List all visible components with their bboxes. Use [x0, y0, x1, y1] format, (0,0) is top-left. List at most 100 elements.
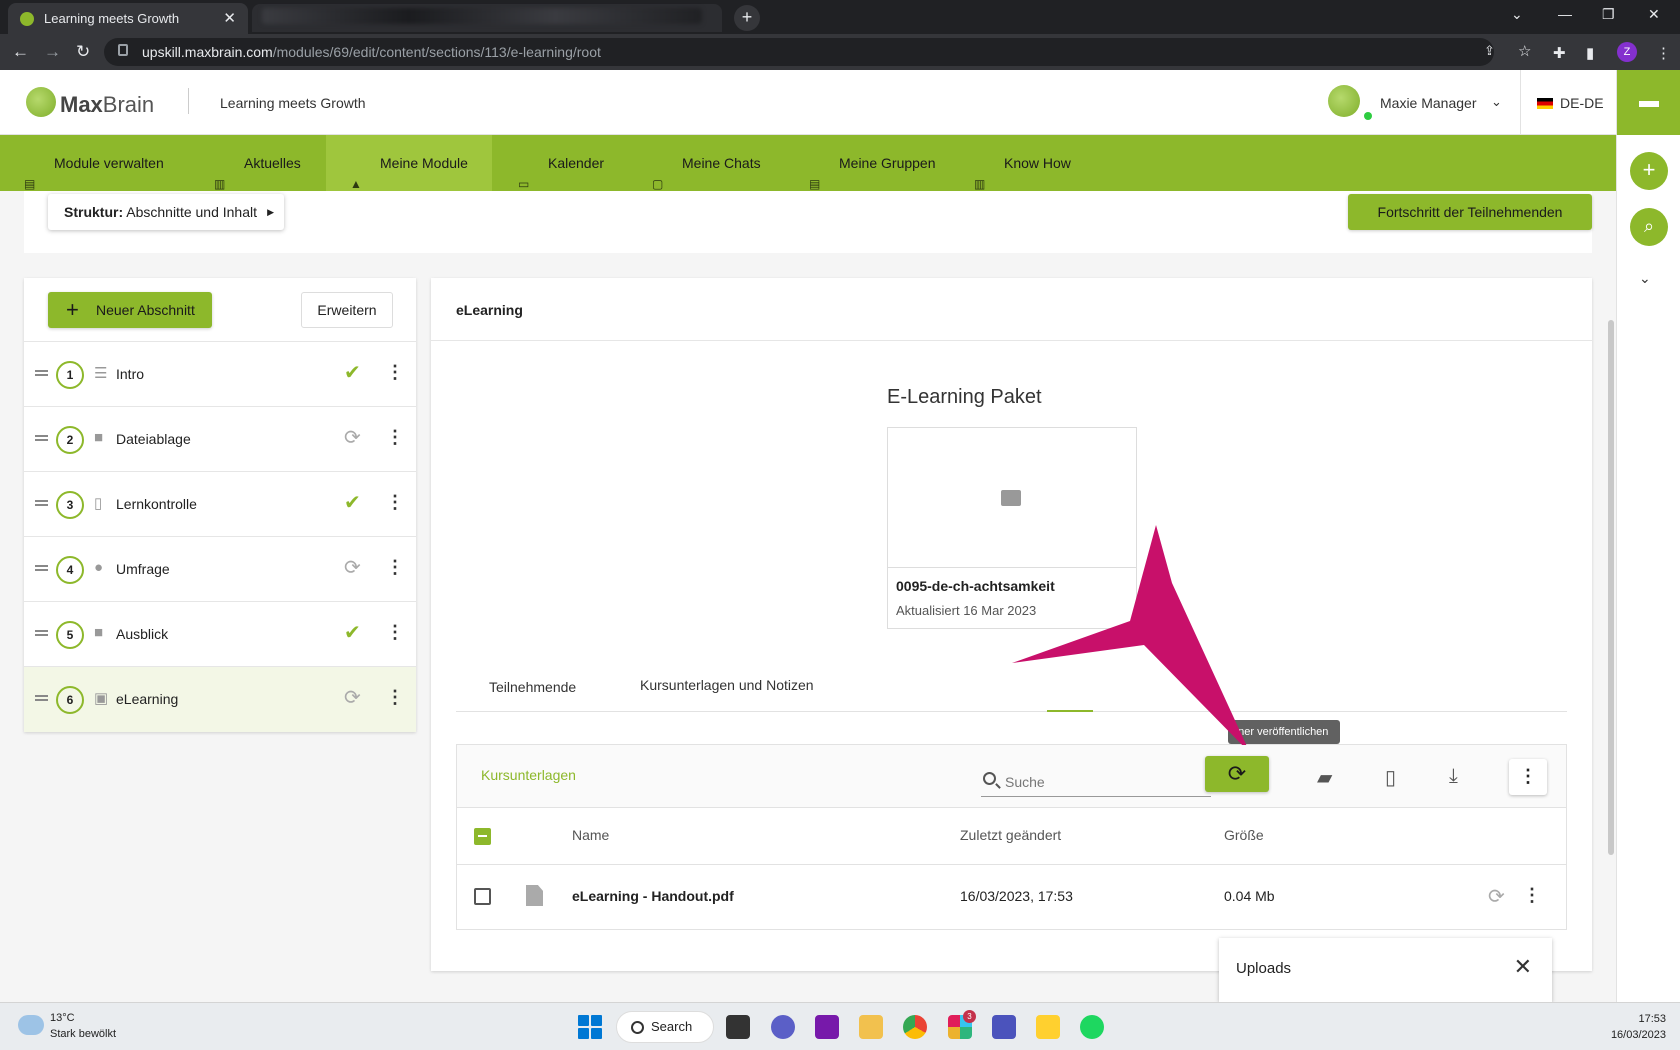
new-section-button[interactable]: + Neuer Abschnitt — [48, 292, 212, 328]
more-vert-icon[interactable]: ⋮ — [1523, 885, 1541, 906]
more-vert-icon[interactable]: ⋮ — [386, 557, 404, 577]
more-vert-icon[interactable]: ⋮ — [386, 492, 404, 512]
published-check-icon[interactable]: ✔ — [344, 363, 361, 383]
chat-button[interactable]: ▬ — [1617, 70, 1680, 135]
restore-icon[interactable]: ❐ — [1602, 6, 1615, 23]
maxbrain-logo-icon[interactable] — [26, 87, 56, 117]
sync-icon[interactable]: ⟳ — [1488, 884, 1505, 909]
bookmark-star-icon[interactable]: ☆ — [1518, 42, 1531, 60]
forward-arrow-icon[interactable]: → — [44, 42, 61, 62]
chrome-icon[interactable] — [903, 1015, 927, 1039]
section-row[interactable]: 5 ■ Ausblick ✔ ⋮ — [24, 601, 416, 666]
user-avatar[interactable] — [1328, 85, 1360, 117]
tab-teilnehmende[interactable]: Teilnehmende — [466, 662, 599, 712]
fortschritt-button[interactable]: Fortschritt der Teilnehmenden — [1348, 194, 1592, 230]
section-row[interactable]: 3 ▯ Lernkontrolle ✔ ⋮ — [24, 471, 416, 536]
more-vert-icon[interactable]: ⋮ — [386, 427, 404, 447]
reload-icon[interactable]: ↻ — [76, 42, 90, 62]
table-row[interactable]: eLearning - Handout.pdf 16/03/2023, 17:5… — [457, 865, 1566, 929]
drag-handle-icon[interactable] — [35, 630, 48, 636]
section-row[interactable]: 4 ● Umfrage ⟳ ⋮ — [24, 536, 416, 601]
side-panel-icon[interactable]: ▮ — [1586, 44, 1594, 62]
miro-icon[interactable] — [1036, 1015, 1060, 1039]
nav-meine-gruppen[interactable]: ▤ Meine Gruppen — [785, 135, 960, 191]
section-row[interactable]: 2 ■ Dateiablage ⟳ ⋮ — [24, 406, 416, 471]
more-options-button[interactable]: ⋮ — [1509, 759, 1547, 795]
close-window-icon[interactable]: ✕ — [1648, 6, 1660, 23]
onenote-icon[interactable] — [815, 1015, 839, 1039]
folder-lock-icon — [1001, 490, 1021, 506]
download-icon[interactable]: ⤓ — [1449, 765, 1458, 788]
windows-start-icon[interactable] — [578, 1015, 602, 1039]
nav-aktuelles[interactable]: ▥ Aktuelles — [190, 135, 325, 191]
sync-icon[interactable]: ⟳ — [344, 558, 361, 578]
spotify-icon[interactable] — [1080, 1015, 1104, 1039]
column-modified[interactable]: Zuletzt geändert — [960, 827, 1061, 843]
publish-sync-button[interactable]: ⟳ — [1205, 756, 1269, 792]
back-arrow-icon[interactable]: ← — [12, 42, 29, 62]
drag-handle-icon[interactable] — [35, 565, 48, 571]
user-name[interactable]: Maxie Manager — [1380, 95, 1477, 111]
logo-text[interactable]: MaxBrain — [60, 92, 154, 118]
new-file-icon[interactable]: ▯ — [1385, 765, 1396, 790]
nav-meine-chats[interactable]: ▢ Meine Chats — [628, 135, 785, 191]
task-view-icon[interactable] — [726, 1015, 750, 1039]
share-icon[interactable]: ⇪ — [1484, 43, 1495, 59]
file-name[interactable]: eLearning - Handout.pdf — [572, 888, 734, 904]
section-number: 4 — [56, 556, 84, 584]
browser-tab-blurred[interactable] — [252, 4, 722, 32]
browser-tab-active[interactable]: Learning meets Growth ✕ — [8, 3, 248, 34]
select-all-checkbox[interactable] — [474, 828, 491, 845]
user-menu-chevron-icon[interactable]: ⌄ — [1491, 94, 1502, 110]
drag-handle-icon[interactable] — [35, 500, 48, 506]
chevron-down-icon[interactable]: ⌄ — [1639, 270, 1651, 287]
sync-icon[interactable]: ⟳ — [344, 688, 361, 708]
section-row-selected[interactable]: 6 ▣ eLearning ⟳ ⋮ — [24, 666, 416, 732]
more-vert-icon[interactable]: ⋮ — [386, 362, 404, 382]
weather-cloud-icon[interactable] — [14, 1011, 44, 1035]
nav-kalender[interactable]: ▭ Kalender — [494, 135, 628, 191]
published-check-icon[interactable]: ✔ — [344, 623, 361, 643]
browser-address-bar: ← → ↻ upskill.maxbrain.com/modules/69/ed… — [0, 34, 1680, 70]
url-field[interactable]: upskill.maxbrain.com/modules/69/edit/con… — [104, 38, 1531, 66]
more-vert-icon[interactable]: ⋮ — [386, 622, 404, 642]
more-vert-icon[interactable]: ⋮ — [386, 687, 404, 707]
column-name[interactable]: Name — [572, 827, 609, 843]
section-label: Dateiablage — [116, 431, 191, 447]
search-icon — [983, 772, 996, 785]
drag-handle-icon[interactable] — [35, 370, 48, 376]
nav-know-how[interactable]: ▥ Know How — [950, 135, 1095, 191]
section-row[interactable]: 1 ☰ Intro ✔ ⋮ — [24, 341, 416, 406]
nav-module-verwalten[interactable]: ▤ Module verwalten — [0, 135, 188, 191]
drag-handle-icon[interactable] — [35, 695, 48, 701]
search-input[interactable] — [1005, 771, 1205, 793]
drag-handle-icon[interactable] — [35, 435, 48, 441]
taskbar-search[interactable]: Search — [616, 1011, 714, 1043]
extensions-puzzle-icon[interactable]: ✚ — [1553, 44, 1566, 62]
row-checkbox[interactable] — [474, 888, 491, 905]
tab-kursunterlagen-label[interactable]: Kursunterlagen und Notizen — [640, 677, 814, 693]
search-button[interactable]: ⌕ — [1630, 208, 1668, 246]
file-explorer-icon[interactable] — [859, 1015, 883, 1039]
language-selector[interactable]: DE-DE — [1560, 95, 1604, 111]
system-clock[interactable]: 17:53 16/03/2023 — [1590, 1011, 1666, 1043]
published-check-icon[interactable]: ✔ — [344, 493, 361, 513]
nav-meine-module[interactable]: ▲ Meine Module — [326, 135, 492, 191]
sync-icon[interactable]: ⟳ — [344, 428, 361, 448]
minimize-icon[interactable]: — — [1558, 6, 1572, 22]
new-tab-button[interactable]: + — [734, 5, 760, 31]
teams-icon[interactable] — [992, 1015, 1016, 1039]
expand-button[interactable]: Erweitern — [301, 292, 393, 328]
chat-app-icon[interactable] — [771, 1015, 795, 1039]
scrollbar[interactable] — [1608, 320, 1614, 855]
tab-search-chevron-icon[interactable]: ⌄ — [1511, 6, 1523, 23]
browser-menu-icon[interactable]: ⋮ — [1656, 44, 1671, 62]
profile-avatar[interactable]: Z — [1617, 42, 1637, 62]
new-folder-icon[interactable]: ▰ — [1317, 765, 1332, 790]
close-icon[interactable]: ✕ — [1514, 954, 1532, 980]
add-button[interactable]: + — [1630, 152, 1668, 190]
column-size[interactable]: Größe — [1224, 827, 1264, 843]
struktur-dropdown[interactable]: Struktur: Abschnitte und Inhalt ▶ — [48, 194, 284, 230]
close-tab-icon[interactable]: ✕ — [223, 9, 236, 27]
search-box[interactable] — [981, 769, 1211, 797]
